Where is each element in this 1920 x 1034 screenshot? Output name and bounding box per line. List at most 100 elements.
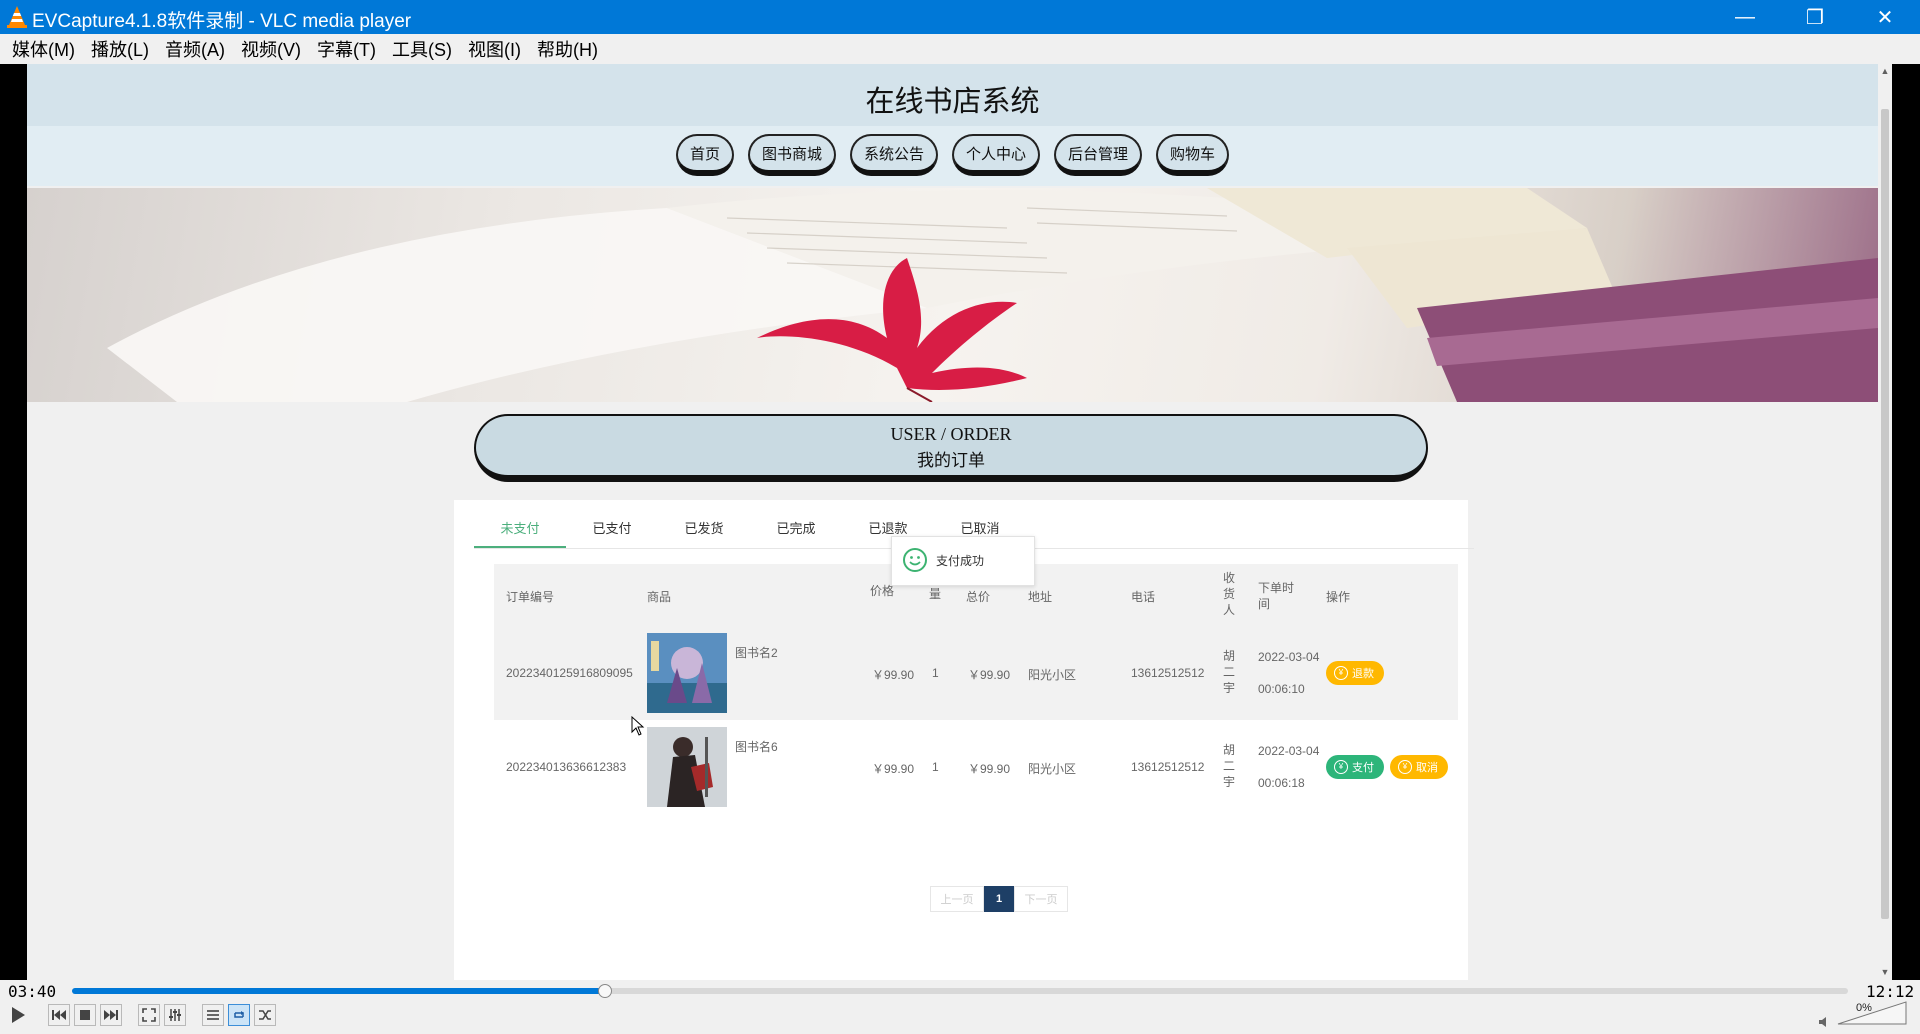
menu-playback[interactable]: 播放(L) xyxy=(91,36,149,62)
th-action: 操作 xyxy=(1326,590,1351,604)
banner-image xyxy=(27,188,1878,402)
book-cover-image[interactable] xyxy=(647,633,727,713)
page-1-button[interactable]: 1 xyxy=(984,886,1014,912)
menu-video[interactable]: 视频(V) xyxy=(241,36,301,62)
speaker-icon[interactable] xyxy=(1818,1016,1830,1028)
nav-book-mall[interactable]: 图书商城 xyxy=(747,134,836,176)
nav-home[interactable]: 首页 xyxy=(675,134,734,176)
minimize-button[interactable]: — xyxy=(1710,0,1780,34)
total: ￥99.90 xyxy=(968,762,1011,776)
menu-audio[interactable]: 音频(A) xyxy=(165,36,225,62)
book-leaf-illustration xyxy=(107,188,1878,402)
order-date: 2022-03-04 xyxy=(1258,650,1320,664)
loop-button[interactable] xyxy=(228,1004,250,1026)
book-name[interactable]: 图书名6 xyxy=(735,738,778,755)
tab-paid[interactable]: 已支付 xyxy=(566,518,658,548)
window-titlebar: EVCapture4.1.8软件录制 - VLC media player — … xyxy=(0,0,1920,34)
mouse-cursor-icon xyxy=(631,716,645,736)
nav-announcements[interactable]: 系统公告 xyxy=(849,134,938,176)
payment-success-toast: 支付成功 xyxy=(891,536,1035,586)
menu-help[interactable]: 帮助(H) xyxy=(537,36,598,62)
next-icon xyxy=(104,1010,118,1020)
prev-page-button[interactable]: 上一页 xyxy=(930,886,984,912)
receiver: 胡二宇 xyxy=(1222,743,1235,789)
extended-settings-button[interactable] xyxy=(164,1004,186,1026)
seek-handle[interactable] xyxy=(597,984,612,998)
playlist-icon xyxy=(207,1010,219,1020)
refund-button[interactable]: ¥ 退款 xyxy=(1326,661,1384,685)
price: ￥99.90 xyxy=(872,762,915,776)
th-product: 商品 xyxy=(647,590,672,604)
order-header-en: USER / ORDER xyxy=(890,424,1012,444)
smile-icon xyxy=(903,548,927,572)
quantity: 1 xyxy=(932,666,939,680)
order-no: 202234013636612383 xyxy=(506,760,627,774)
address: 阳光小区 xyxy=(1028,762,1077,776)
toast-message: 支付成功 xyxy=(936,554,985,568)
th-total: 总价 xyxy=(966,590,991,604)
tab-unpaid[interactable]: 未支付 xyxy=(474,518,566,548)
loop-icon xyxy=(234,1011,244,1018)
restore-button[interactable]: ❐ xyxy=(1780,0,1850,34)
total-time: 12:12 xyxy=(1866,982,1915,1001)
next-page-button[interactable]: 下一页 xyxy=(1014,886,1068,912)
th-order-time: 下单时间 xyxy=(1258,581,1295,611)
next-button[interactable] xyxy=(100,1004,122,1026)
elapsed-time: 03:40 xyxy=(8,982,57,1001)
volume-level: 0% xyxy=(1856,1002,1872,1014)
play-button[interactable] xyxy=(4,1004,32,1026)
phone: 13612512512 xyxy=(1131,760,1205,774)
close-button[interactable]: ✕ xyxy=(1850,0,1920,34)
menu-media[interactable]: 媒体(M) xyxy=(12,36,75,62)
scrollbar-thumb[interactable] xyxy=(1881,109,1889,919)
cancel-label: 取消 xyxy=(1416,762,1438,774)
volume-slider[interactable]: 0% xyxy=(1836,1000,1908,1026)
quantity: 1 xyxy=(932,760,939,774)
yen-icon: ¥ xyxy=(1398,760,1412,774)
yen-icon: ¥ xyxy=(1334,666,1348,680)
vlc-cone-icon xyxy=(7,6,27,28)
receiver: 胡二宇 xyxy=(1222,649,1235,695)
pay-label: 支付 xyxy=(1352,762,1374,774)
th-address: 地址 xyxy=(1028,590,1053,604)
fullscreen-icon xyxy=(142,1008,156,1022)
volume-wedge xyxy=(1837,1001,1907,1025)
site-nav: 首页 图书商城 系统公告 个人中心 后台管理 购物车 xyxy=(27,126,1878,186)
menu-subtitle[interactable]: 字幕(T) xyxy=(317,36,376,62)
video-area[interactable]: 在线书店系统 首页 图书商城 系统公告 个人中心 后台管理 购物车 USER /… xyxy=(0,64,1920,980)
play-icon xyxy=(12,1007,25,1023)
th-phone: 电话 xyxy=(1131,590,1156,604)
scroll-down-icon[interactable]: ▼ xyxy=(1880,967,1890,977)
cancel-button[interactable]: ¥ 取消 xyxy=(1390,755,1448,779)
order-panel: 未支付 已支付 已发货 已完成 已退款 已取消 订单编号 商品 价格 数量 总价… xyxy=(454,500,1474,980)
page-scrollbar[interactable]: ▲ ▼ xyxy=(1878,64,1892,980)
equalizer-icon xyxy=(169,1009,181,1021)
order-date: 2022-03-04 xyxy=(1258,744,1320,758)
book-name[interactable]: 图书名2 xyxy=(735,644,778,661)
nav-cart[interactable]: 购物车 xyxy=(1156,134,1230,176)
previous-button[interactable] xyxy=(48,1004,70,1026)
menu-tools[interactable]: 工具(S) xyxy=(392,36,452,62)
tab-completed[interactable]: 已完成 xyxy=(750,518,842,548)
playlist-button[interactable] xyxy=(202,1004,224,1026)
order-header: USER / ORDER 我的订单 xyxy=(474,414,1428,482)
fullscreen-button[interactable] xyxy=(138,1004,160,1026)
phone: 13612512512 xyxy=(1131,666,1205,680)
refund-label: 退款 xyxy=(1352,668,1374,680)
nav-personal-center[interactable]: 个人中心 xyxy=(952,134,1041,176)
pagination: 上一页 1 下一页 xyxy=(930,886,1068,912)
pay-button[interactable]: ¥ 支付 xyxy=(1326,755,1384,779)
tab-shipped[interactable]: 已发货 xyxy=(658,518,750,548)
order-time: 00:06:10 xyxy=(1258,682,1305,696)
player-controls: 03:40 12:12 0% xyxy=(0,980,1920,1034)
nav-admin[interactable]: 后台管理 xyxy=(1054,134,1143,176)
menu-view[interactable]: 视图(I) xyxy=(468,36,521,62)
scroll-up-icon[interactable]: ▲ xyxy=(1880,66,1890,76)
book-cover-image[interactable] xyxy=(647,727,727,807)
stop-button[interactable] xyxy=(74,1004,96,1026)
shuffle-button[interactable] xyxy=(254,1004,276,1026)
yen-icon: ¥ xyxy=(1334,760,1348,774)
seek-bar[interactable] xyxy=(72,984,1848,998)
th-order-no: 订单编号 xyxy=(506,590,555,604)
close-icon: ✕ xyxy=(1876,6,1894,29)
